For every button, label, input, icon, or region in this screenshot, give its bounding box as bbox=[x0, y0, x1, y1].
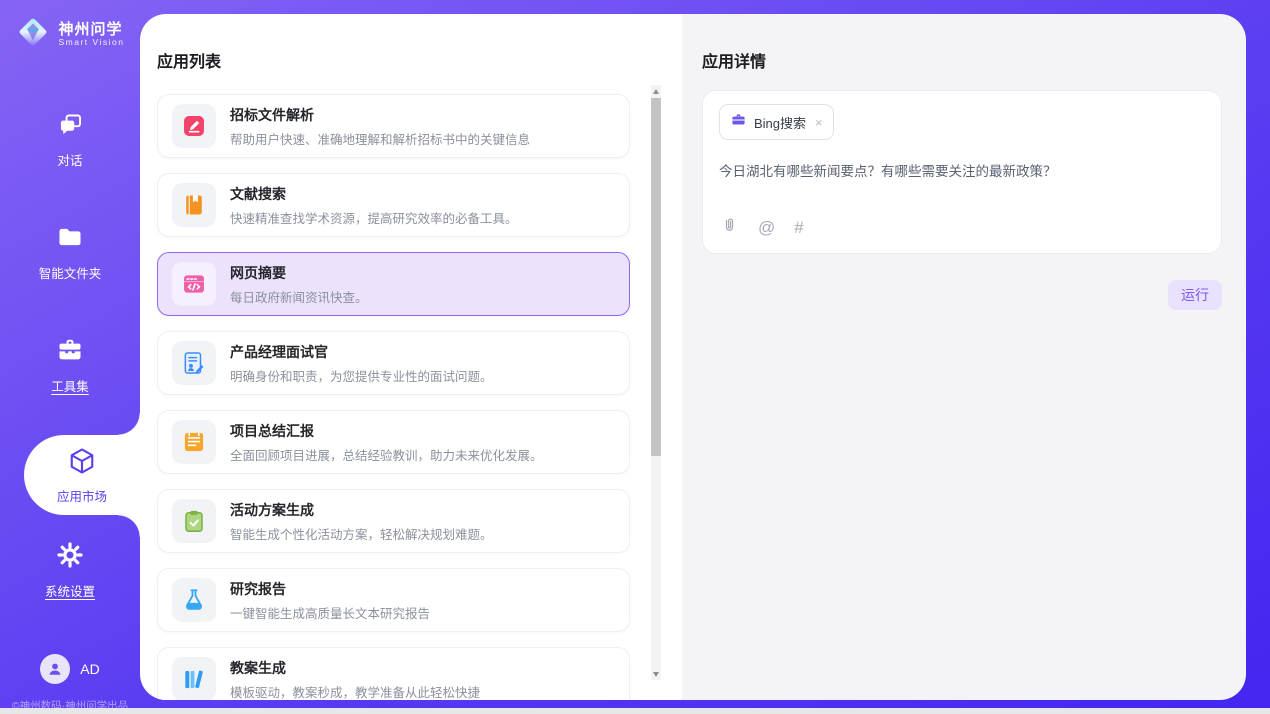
books-icon bbox=[172, 657, 216, 700]
hash-icon[interactable]: # bbox=[794, 218, 803, 238]
app-card[interactable]: 活动方案生成智能生成个性化活动方案，轻松解决规划难题。 bbox=[157, 489, 630, 553]
sidebar-item-label: 对话 bbox=[57, 150, 82, 169]
sidebar-item[interactable]: 对话 bbox=[57, 111, 84, 169]
input-tools-row: @ # bbox=[720, 216, 804, 240]
app-card-desc: 每日政府新闻资讯快查。 bbox=[230, 287, 368, 306]
book-icon bbox=[172, 183, 216, 227]
scroll-down-arrow[interactable] bbox=[651, 668, 661, 680]
paperclip-icon[interactable] bbox=[720, 216, 739, 240]
content-area: 应用列表 招标文件解析帮助用户快速、准确地理解和解析招标书中的关键信息文献搜索快… bbox=[140, 14, 1246, 700]
sidebar-nav: 对话智能文件夹工具集应用市场系统设置 bbox=[0, 111, 140, 654]
sidebar-item[interactable]: 工具集 bbox=[51, 336, 89, 395]
app-card-title: 研究报告 bbox=[230, 579, 430, 599]
app-card-desc: 模板驱动，教案秒成，教学准备从此轻松快捷 bbox=[230, 682, 480, 701]
question-input[interactable]: 今日湖北有哪些新闻要点？有哪些需要关注的最新政策？ bbox=[719, 160, 1205, 180]
clipboard-check-icon bbox=[172, 499, 216, 543]
app-list-panel: 应用列表 招标文件解析帮助用户快速、准确地理解和解析招标书中的关键信息文献搜索快… bbox=[140, 14, 682, 700]
avatar[interactable] bbox=[40, 654, 70, 684]
app-card-desc: 智能生成个性化活动方案，轻松解决规划难题。 bbox=[230, 524, 493, 543]
sidebar-item-label: 智能文件夹 bbox=[39, 263, 102, 282]
user-name: AD bbox=[80, 661, 99, 677]
app-window: 神州问学 Smart Vision 对话智能文件夹工具集应用市场系统设置 AD … bbox=[0, 0, 1270, 708]
sidebar-item-label: 工具集 bbox=[51, 376, 89, 395]
window-bottom-edge bbox=[0, 708, 1270, 714]
app-card-desc: 帮助用户快速、准确地理解和解析招标书中的关键信息 bbox=[230, 129, 530, 148]
app-card[interactable]: 产品经理面试官明确身份和职责，为您提供专业性的面试问题。 bbox=[157, 331, 630, 395]
app-card[interactable]: 文献搜索快速精准查找学术资源，提高研究效率的必备工具。 bbox=[157, 173, 630, 237]
sidebar-item[interactable]: 智能文件夹 bbox=[39, 223, 102, 282]
logo-diamond-icon bbox=[15, 14, 51, 55]
cube-icon bbox=[67, 446, 97, 481]
sidebar-item-active[interactable]: 应用市场 bbox=[24, 435, 140, 515]
edit-document-icon bbox=[172, 104, 216, 148]
app-card[interactable]: 研究报告一键智能生成高质量长文本研究报告 bbox=[157, 568, 630, 632]
app-card[interactable]: 项目总结汇报全面回顾项目进展，总结经验教训，助力未来优化发展。 bbox=[157, 410, 630, 474]
folder-icon bbox=[56, 223, 84, 256]
report-note-icon bbox=[172, 420, 216, 464]
scrollbar[interactable] bbox=[651, 85, 661, 680]
app-list-title: 应用列表 bbox=[157, 48, 682, 72]
briefcase-icon bbox=[730, 111, 747, 133]
interviewer-icon bbox=[172, 341, 216, 385]
app-card-desc: 快速精准查找学术资源，提高研究效率的必备工具。 bbox=[230, 208, 518, 227]
app-card-desc: 明确身份和职责，为您提供专业性的面试问题。 bbox=[230, 366, 493, 385]
app-card-title: 活动方案生成 bbox=[230, 500, 493, 520]
app-card-title: 文献搜索 bbox=[230, 184, 518, 204]
flask-icon bbox=[172, 578, 216, 622]
app-card-desc: 一键智能生成高质量长文本研究报告 bbox=[230, 603, 430, 622]
sidebar: 神州问学 Smart Vision 对话智能文件夹工具集应用市场系统设置 AD … bbox=[0, 0, 140, 708]
app-detail-title: 应用详情 bbox=[702, 48, 1222, 72]
app-card[interactable]: 网页摘要每日政府新闻资讯快查。 bbox=[157, 252, 630, 316]
logo: 神州问学 Smart Vision bbox=[15, 14, 124, 55]
close-icon[interactable]: × bbox=[815, 116, 823, 129]
app-card-title: 项目总结汇报 bbox=[230, 421, 543, 441]
app-card[interactable]: 教案生成模板驱动，教案秒成，教学准备从此轻松快捷 bbox=[157, 647, 630, 700]
toolbox-icon bbox=[56, 336, 84, 369]
app-list: 招标文件解析帮助用户快速、准确地理解和解析招标书中的关键信息文献搜索快速精准查找… bbox=[157, 94, 682, 700]
app-card-desc: 全面回顾项目进展，总结经验教训，助力未来优化发展。 bbox=[230, 445, 543, 464]
scroll-up-arrow[interactable] bbox=[651, 85, 661, 97]
app-card-title: 产品经理面试官 bbox=[230, 342, 493, 362]
gear-icon bbox=[56, 541, 84, 574]
app-card-title: 招标文件解析 bbox=[230, 105, 530, 125]
chat-icon bbox=[57, 111, 84, 143]
app-detail-panel: 应用详情 Bing搜索 × 今日湖北有哪些新闻要点？有哪些需要关注的最新政策？ bbox=[682, 14, 1246, 700]
webpage-code-icon bbox=[172, 262, 216, 306]
app-title: 神州问学 bbox=[58, 21, 124, 38]
app-card-title: 教案生成 bbox=[230, 658, 480, 678]
detail-card: Bing搜索 × 今日湖北有哪些新闻要点？有哪些需要关注的最新政策？ @ # bbox=[702, 90, 1222, 254]
tool-chip-label: Bing搜索 bbox=[754, 113, 806, 132]
scrollbar-thumb[interactable] bbox=[651, 98, 661, 456]
tool-chip-bing[interactable]: Bing搜索 × bbox=[719, 104, 834, 140]
app-card-title: 网页摘要 bbox=[230, 263, 368, 283]
app-card[interactable]: 招标文件解析帮助用户快速、准确地理解和解析招标书中的关键信息 bbox=[157, 94, 630, 158]
at-icon[interactable]: @ bbox=[758, 218, 775, 238]
run-button[interactable]: 运行 bbox=[1168, 280, 1222, 310]
sidebar-item-label: 应用市场 bbox=[57, 486, 107, 505]
sidebar-item[interactable]: 系统设置 bbox=[45, 541, 95, 600]
user-row[interactable]: AD bbox=[40, 654, 99, 684]
sidebar-item-label: 系统设置 bbox=[45, 581, 95, 600]
app-subtitle: Smart Vision bbox=[58, 38, 124, 48]
